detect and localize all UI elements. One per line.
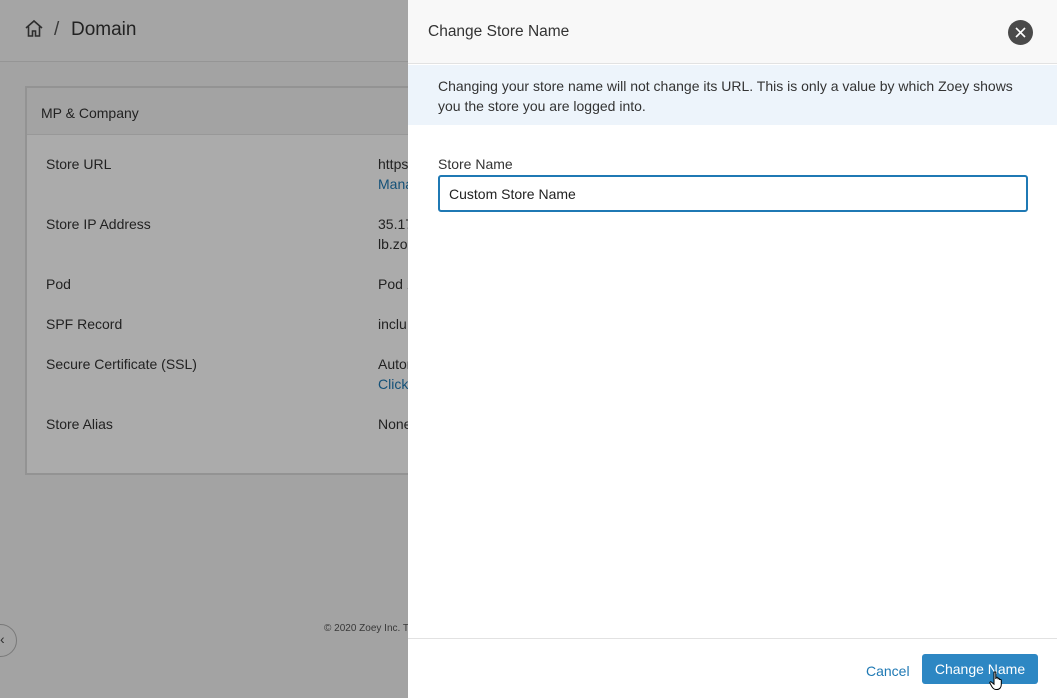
info-message: Changing your store name will not change… (408, 65, 1057, 125)
cancel-button[interactable]: Cancel (866, 663, 910, 679)
change-name-button[interactable]: Change Name (922, 654, 1038, 684)
hand-cursor-icon (989, 671, 1002, 690)
drawer-footer: Cancel Change Name (408, 638, 1057, 698)
drawer-title: Change Store Name (428, 23, 570, 40)
store-name-input[interactable] (438, 175, 1028, 212)
close-button[interactable] (1008, 20, 1033, 45)
change-store-name-drawer: Change Store Name Changing your store na… (408, 0, 1057, 698)
drawer-header: Change Store Name (408, 0, 1057, 64)
store-name-label: Store Name (438, 156, 513, 172)
close-icon (1015, 27, 1026, 38)
